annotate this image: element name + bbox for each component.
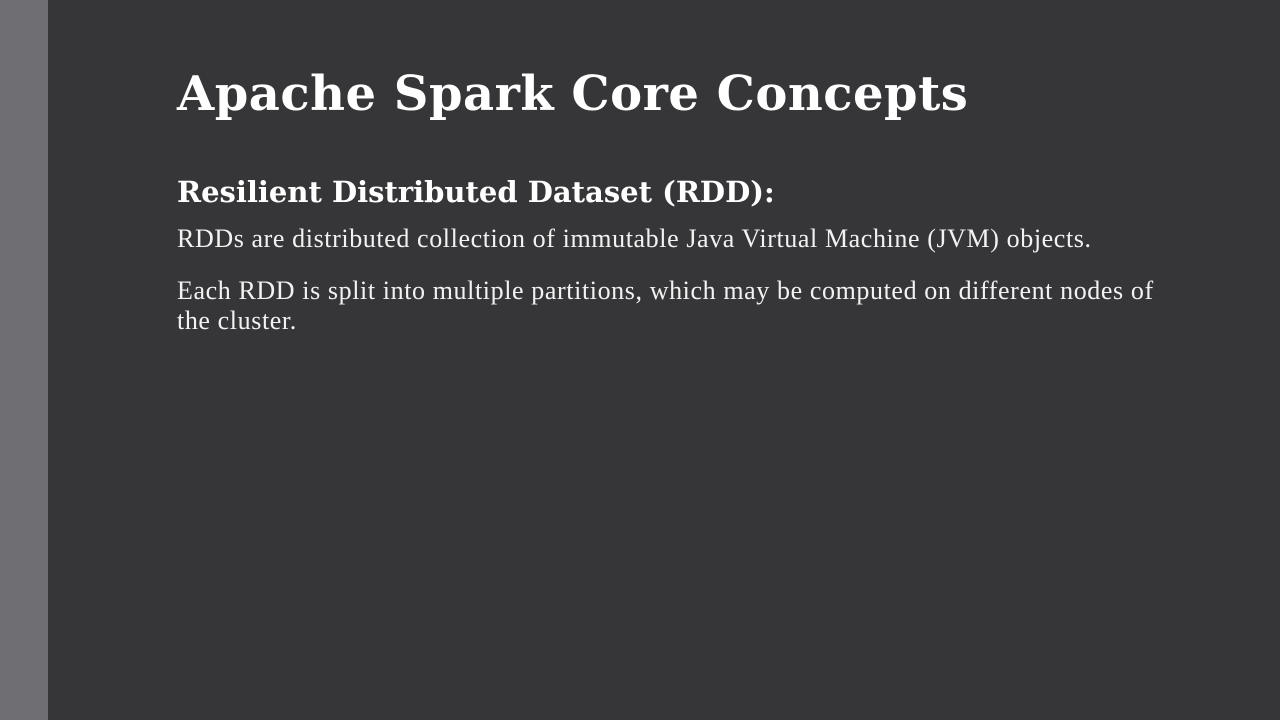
slide: Apache Spark Core Concepts Resilient Dis… bbox=[0, 0, 1280, 720]
section-heading: Resilient Distributed Dataset (RDD): bbox=[177, 175, 775, 209]
slide-content: Apache Spark Core Concepts Resilient Dis… bbox=[177, 60, 1177, 336]
left-accent-bar bbox=[0, 0, 48, 720]
slide-title: Apache Spark Core Concepts bbox=[177, 66, 969, 122]
paragraph-rdd-definition: RDDs are distributed collection of immut… bbox=[177, 224, 1092, 253]
paragraph-rdd-partitions: Each RDD is split into multiple partitio… bbox=[177, 276, 1154, 335]
